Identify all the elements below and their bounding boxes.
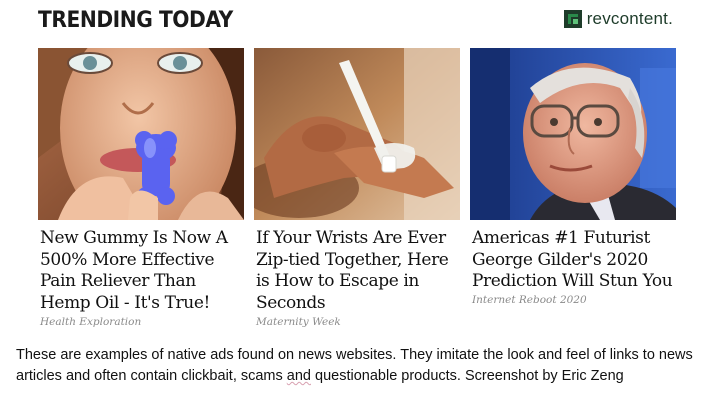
ad-headline[interactable]: If Your Wrists Are Ever Zip-tied Togethe…	[256, 228, 460, 314]
caption-spellcheck-word: and	[286, 368, 311, 384]
widget-header: TRENDING TODAY revcontent.	[38, 6, 683, 38]
revcontent-logo-icon	[563, 10, 582, 28]
ad-source: Internet Reboot 2020	[472, 294, 587, 306]
wrists-zip-tie-photo[interactable]	[254, 48, 460, 220]
ad-card[interactable]: If Your Wrists Are Ever Zip-tied Togethe…	[254, 48, 460, 338]
native-ad-widget: TRENDING TODAY revcontent. New Gummy Is …	[24, 0, 698, 338]
ad-card[interactable]: Americas #1 Futurist George Gilder's 202…	[470, 48, 676, 338]
revcontent-brand[interactable]: revcontent.	[563, 9, 673, 29]
caption-text-end: questionable products. Screenshot by Eri…	[311, 368, 624, 384]
ad-card-list: New Gummy Is Now A 500% More Effective P…	[38, 48, 682, 338]
ad-headline[interactable]: New Gummy Is Now A 500% More Effective P…	[40, 228, 244, 314]
ad-card[interactable]: New Gummy Is Now A 500% More Effective P…	[38, 48, 244, 338]
ad-source: Maternity Week	[256, 316, 341, 328]
figure-caption: These are examples of native ads found o…	[16, 345, 706, 387]
brand-name: revcontent.	[586, 9, 673, 28]
ad-source: Health Exploration	[40, 316, 142, 328]
woman-holding-blue-gummy-photo[interactable]	[38, 48, 244, 220]
ad-headline[interactable]: Americas #1 Futurist George Gilder's 202…	[472, 228, 676, 293]
widget-title: TRENDING TODAY	[38, 8, 233, 33]
older-man-glasses-photo[interactable]	[470, 48, 676, 220]
